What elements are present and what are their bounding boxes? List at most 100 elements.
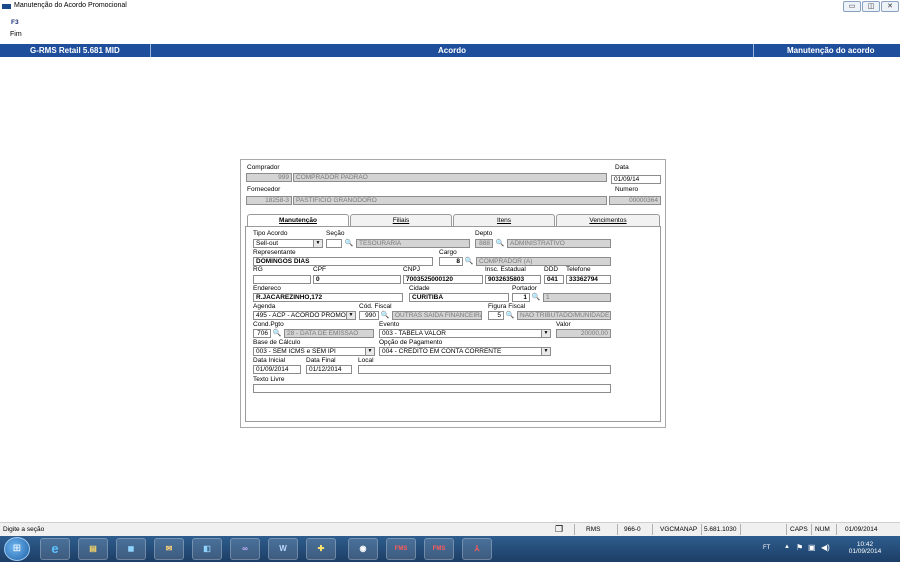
f3-shortcut-button[interactable]: F3	[11, 19, 19, 26]
manutencao-tab-body: Tipo Acordo Sell-out ▼ Seção 🔍 TESOURARIA…	[245, 226, 661, 422]
fim-button[interactable]: Fim	[10, 31, 22, 38]
cnpj-field[interactable]: 7003525000120	[403, 275, 483, 284]
outlook-icon[interactable]: ✉	[154, 538, 184, 560]
module-header: G-RMS Retail 5.681 MID Acordo Manutenção…	[0, 44, 900, 57]
binoculars-search-icon[interactable]: 🔍	[505, 311, 515, 320]
data-inicial-label: Data Inicial	[253, 357, 286, 364]
binoculars-search-icon[interactable]: 🔍	[531, 293, 541, 302]
status-rms: RMS	[586, 526, 601, 533]
minimize-button[interactable]: ▭	[843, 1, 861, 12]
binoculars-search-icon[interactable]: 🔍	[344, 239, 354, 248]
telefone-field[interactable]: 33362794	[566, 275, 611, 284]
tab-manutencao[interactable]: Manutenção	[247, 214, 349, 226]
fornecedor-label: Fornecedor	[247, 186, 281, 193]
tipo-acordo-select[interactable]: Sell-out ▼	[253, 239, 323, 248]
data-inicial-field[interactable]: 01/09/2014	[253, 365, 301, 374]
local-field[interactable]	[358, 365, 611, 374]
status-divider	[701, 524, 702, 535]
data-final-field[interactable]: 01/12/2014	[306, 365, 352, 374]
folder-icon[interactable]: ▤	[78, 538, 108, 560]
representante-field[interactable]: DOMINGOS DIAS	[253, 257, 433, 266]
rg-field[interactable]	[253, 275, 311, 284]
taskbar-clock[interactable]: 10:42 01/09/2014	[838, 541, 892, 555]
maximize-button[interactable]: ◫	[862, 1, 880, 12]
internet-explorer-icon[interactable]: e	[40, 538, 70, 560]
depto-code-field: 888	[475, 239, 493, 248]
meeting-icon[interactable]: ∞	[230, 538, 260, 560]
comprador-label: Comprador	[247, 164, 280, 171]
cond-pgto-desc-field: 28 - DATA DE EMISSAO	[284, 329, 374, 338]
endereco-label: Endereco	[253, 285, 281, 292]
base-calculo-select[interactable]: 003 - SEM ICMS e SEM IPI ▼	[253, 347, 375, 356]
chevron-down-icon[interactable]: ▼	[346, 312, 355, 319]
endereco-field[interactable]: R.JACAREZINHO,172	[253, 293, 403, 302]
status-divider	[836, 524, 837, 535]
cod-fiscal-code-field[interactable]: 990	[359, 311, 379, 320]
cargo-code-field[interactable]: 8	[439, 257, 463, 266]
data-field[interactable]: 01/09/14	[611, 175, 661, 184]
app-icon	[2, 4, 11, 9]
data-label: Data	[615, 164, 629, 171]
tipo-acordo-label: Tipo Acordo	[253, 230, 288, 237]
lync-icon[interactable]: ◧	[192, 538, 222, 560]
tray-network-icon[interactable]: ▣	[808, 543, 816, 552]
tray-volume-icon[interactable]: ◀)	[821, 543, 830, 552]
tab-vencimentos[interactable]: Vencimentos	[556, 214, 660, 226]
local-label: Local	[358, 357, 374, 364]
numero-label: Numero	[615, 186, 639, 193]
tab-vencimentos-label: Vencimentos	[589, 217, 627, 224]
cargo-desc-field: COMPRADOR (A)	[476, 257, 611, 266]
media-player-icon[interactable]: ◼	[116, 538, 146, 560]
application-icon[interactable]: ✚	[306, 538, 336, 560]
evento-label: Evento	[379, 321, 400, 328]
binoculars-search-icon[interactable]: 🔍	[464, 257, 474, 266]
clock-date: 01/09/2014	[848, 548, 882, 555]
portador-code-field[interactable]: 1	[512, 293, 530, 302]
secao-field[interactable]	[326, 239, 342, 248]
status-divider	[811, 524, 812, 535]
cidade-field[interactable]: CURITIBA	[409, 293, 509, 302]
cpf-field[interactable]: 0	[313, 275, 401, 284]
evento-value: 003 - TABELA VALOR	[382, 330, 446, 337]
chevron-down-icon[interactable]: ▼	[541, 348, 550, 355]
chevron-down-icon[interactable]: ▼	[313, 240, 322, 247]
close-button[interactable]: ✕	[881, 1, 899, 12]
figura-fiscal-code-field[interactable]: 5	[488, 311, 504, 320]
chevron-down-icon[interactable]: ▼	[541, 330, 550, 337]
tray-ft-label[interactable]: FT	[763, 545, 770, 551]
evento-select[interactable]: 003 - TABELA VALOR ▼	[379, 329, 551, 338]
fornecedor-name-field: PASTIFICIO GRANODORO	[293, 196, 607, 205]
texto-livre-field[interactable]	[253, 384, 611, 393]
start-button[interactable]: ⊞	[4, 537, 30, 561]
word-icon[interactable]: W	[268, 538, 298, 560]
chevron-down-icon[interactable]: ▼	[365, 348, 374, 355]
tab-itens-label: Itens	[496, 217, 512, 224]
base-calculo-value: 003 - SEM ICMS e SEM IPI	[256, 348, 336, 355]
opcao-pagamento-select[interactable]: 004 - CRÉDITO EM CONTA CORRENTE ▼	[379, 347, 551, 356]
network-app-icon[interactable]: ◉	[348, 538, 378, 560]
binoculars-search-icon[interactable]: 🔍	[380, 311, 390, 320]
numero-field: 00000364	[609, 196, 661, 205]
tab-itens[interactable]: Itens	[453, 214, 555, 226]
opcao-pagamento-value: 004 - CRÉDITO EM CONTA CORRENTE	[382, 348, 502, 355]
status-divider	[574, 524, 575, 535]
fms-app-icon[interactable]: FMS	[424, 538, 454, 560]
binoculars-search-icon[interactable]: 🔍	[272, 329, 282, 338]
cond-pgto-code-field[interactable]: 706	[253, 329, 271, 338]
tray-flag-icon[interactable]: ⚑	[796, 543, 803, 552]
clock-time: 10:42	[856, 541, 874, 548]
fms-app-icon[interactable]: FMS	[386, 538, 416, 560]
tab-filiais[interactable]: Filiais	[350, 214, 452, 226]
tray-expand-icon[interactable]: ▲	[784, 544, 790, 550]
product-name: G-RMS Retail 5.681 MID	[30, 46, 120, 55]
agenda-select[interactable]: 495 - ACP - ACORDO PROMO ▼	[253, 311, 356, 320]
agreement-panel: Comprador 999 COMPRADOR PADRAO Data 01/0…	[240, 159, 666, 428]
status-user: VGCMANAP	[660, 526, 698, 533]
ddd-field[interactable]: 041	[544, 275, 564, 284]
data-final-label: Data Final	[306, 357, 336, 364]
status-version: 5.681.1030	[704, 526, 737, 533]
pdf-reader-icon[interactable]: ⅄	[462, 538, 492, 560]
status-num: NUM	[815, 526, 830, 533]
insc-estadual-field[interactable]: 9032635803	[485, 275, 541, 284]
comprador-name-field: COMPRADOR PADRAO	[293, 173, 607, 182]
